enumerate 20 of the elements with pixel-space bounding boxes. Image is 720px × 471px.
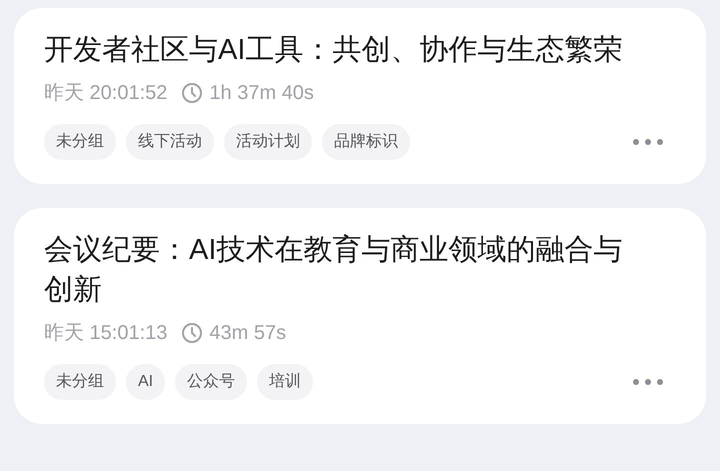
tag-chip[interactable]: 未分组: [44, 364, 116, 400]
tag-chip[interactable]: 未分组: [44, 124, 116, 160]
tag-chip[interactable]: 培训: [257, 364, 314, 400]
note-duration: 43m 57s: [209, 321, 286, 346]
note-card[interactable]: 开发者社区与AI工具：共创、协作与生态繁荣 昨天 20:01:52 1h 37m 40s 未分组 线下活动 活动计划 品牌标识: [14, 8, 706, 184]
note-time: 昨天 15:01:13: [44, 321, 168, 346]
tag-chip[interactable]: 公众号: [175, 364, 248, 400]
tag-chip[interactable]: 活动计划: [224, 124, 312, 160]
note-card[interactable]: 会议纪要：AI技术在教育与商业领域的融合与创新 昨天 15:01:13 43m 57s 未分组 AI 公众号 培训: [14, 208, 706, 424]
note-time: 昨天 20:01:52: [44, 81, 168, 106]
note-title: 会议纪要：AI技术在教育与商业领域的融合与创新: [44, 233, 624, 308]
clock-icon: [181, 322, 204, 344]
tag-chip[interactable]: 线下活动: [126, 124, 214, 160]
note-title: 开发者社区与AI工具：共创、协作与生态繁荣: [44, 33, 624, 68]
tag-chip[interactable]: AI: [126, 364, 166, 400]
tag-chip[interactable]: 品牌标识: [322, 124, 410, 160]
more-icon: [633, 139, 663, 145]
clock-icon: [181, 82, 204, 104]
note-duration: 1h 37m 40s: [209, 81, 314, 106]
more-icon: [633, 379, 663, 385]
